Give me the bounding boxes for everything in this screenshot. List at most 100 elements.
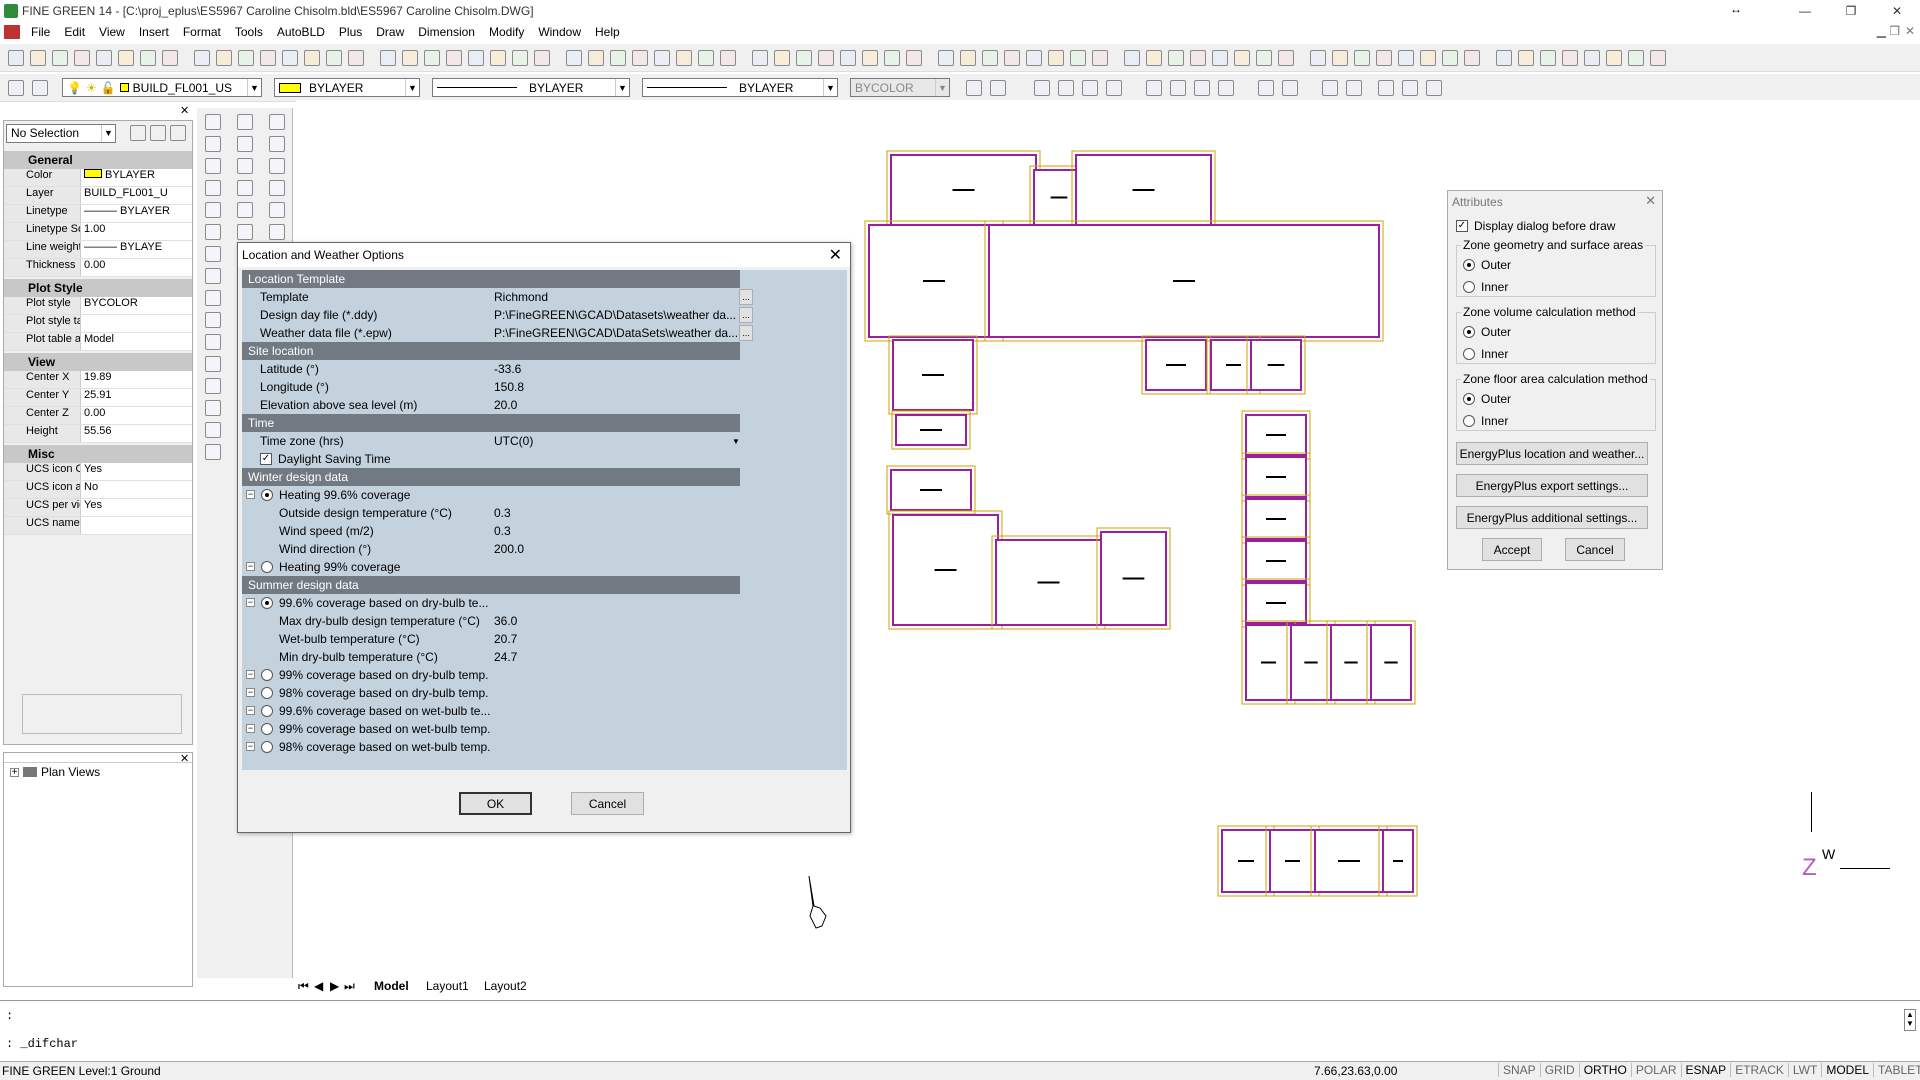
draw-tool-icon[interactable] <box>237 180 253 196</box>
row-latitude[interactable]: Latitude (°) -33.6 <box>242 360 847 378</box>
toolbar-tool-icon[interactable] <box>1606 50 1622 66</box>
menu-draw[interactable]: Draw <box>369 25 411 39</box>
mdi-restore-button[interactable]: ❐ <box>1889 24 1900 38</box>
toolbar-tool-icon[interactable] <box>1070 50 1086 66</box>
toolbar-tool-icon[interactable] <box>1650 50 1666 66</box>
prop-row[interactable]: Plot style BYCOLOR <box>4 297 192 315</box>
panel-close-icon[interactable]: ✕ <box>180 104 189 117</box>
toolbar-tool-icon[interactable] <box>1278 50 1294 66</box>
chevron-down-icon[interactable]: ▼ <box>101 124 115 142</box>
row-option-1[interactable]: −99% coverage based on dry-bulb temp. <box>242 666 847 684</box>
dialog-close-button[interactable]: ✕ <box>829 245 842 265</box>
toolbar-tool-icon[interactable] <box>1346 80 1362 96</box>
toolbar-tool-icon[interactable] <box>468 50 484 66</box>
prop-row[interactable]: Height 55.56 <box>4 425 192 443</box>
toolbar-tool-icon[interactable] <box>1106 80 1122 96</box>
toolbar-tool-icon[interactable] <box>1322 80 1338 96</box>
draw-tool-icon[interactable] <box>205 136 221 152</box>
toolbar-tool-icon[interactable] <box>118 50 134 66</box>
tab-nav-next[interactable]: ▶ <box>330 979 339 993</box>
prop-row[interactable]: Center X 19.89 <box>4 371 192 389</box>
draw-tool-icon[interactable] <box>269 180 285 196</box>
toolbar-tool-icon[interactable] <box>348 50 364 66</box>
toolbar-tool-icon[interactable] <box>490 50 506 66</box>
draw-tool-icon[interactable] <box>205 158 221 174</box>
toolbar-tool-icon[interactable] <box>1218 80 1234 96</box>
toolbar-tool-icon[interactable] <box>402 50 418 66</box>
toolbar-tool-icon[interactable] <box>1034 80 1050 96</box>
collapse-icon[interactable]: − <box>246 490 255 499</box>
chevron-down-icon[interactable]: ▼ <box>615 79 629 96</box>
draw-tool-icon[interactable] <box>205 202 221 218</box>
geom-outer-radio[interactable] <box>1463 259 1475 271</box>
prop-value[interactable]: 1.00 <box>80 223 192 240</box>
toolbar-tool-icon[interactable] <box>1332 50 1348 66</box>
toolbar-tool-icon[interactable] <box>1004 50 1020 66</box>
draw-tool-icon[interactable] <box>205 400 221 416</box>
menu-window[interactable]: Window <box>531 25 588 39</box>
toolbar-tool-icon[interactable] <box>1376 50 1392 66</box>
row-option-2[interactable]: −98% coverage based on dry-bulb temp. <box>242 684 847 702</box>
draw-tool-icon[interactable] <box>237 136 253 152</box>
toolbar-tool-icon[interactable] <box>1258 80 1274 96</box>
draw-tool-icon[interactable] <box>237 114 253 130</box>
toolbar-tool-icon[interactable] <box>96 50 112 66</box>
prop-row[interactable]: Plot style ta... <box>4 315 192 333</box>
layer-combo[interactable]: 💡 ☀ 🔓 BUILD_FL001_US ▼ <box>62 78 262 97</box>
toolbar-tool-icon[interactable] <box>260 50 276 66</box>
toolbar-tool-icon[interactable] <box>238 50 254 66</box>
draw-tool-icon[interactable] <box>205 180 221 196</box>
menu-file[interactable]: File <box>24 25 57 39</box>
toolbar-tool-icon[interactable] <box>32 80 48 96</box>
energyplus-export-button[interactable]: EnergyPlus export settings... <box>1456 474 1648 497</box>
toolbar-tool-icon[interactable] <box>1628 50 1644 66</box>
toolbar-tool-icon[interactable] <box>8 80 24 96</box>
status-toggle-esnap[interactable]: ESNAP <box>1680 1063 1731 1077</box>
toolbar-tool-icon[interactable] <box>1402 80 1418 96</box>
display-before-checkbox[interactable]: ✓ <box>1456 220 1468 232</box>
toolbar-tool-icon[interactable] <box>30 50 46 66</box>
plotstyle-combo[interactable]: BYCOLOR ▼ <box>850 78 950 97</box>
toolbar-tool-icon[interactable] <box>216 50 232 66</box>
chevron-down-icon[interactable]: ▼ <box>823 79 837 96</box>
toolbar-tool-icon[interactable] <box>862 50 878 66</box>
draw-tool-icon[interactable] <box>205 246 221 262</box>
toolbar-tool-icon[interactable] <box>906 50 922 66</box>
prop-value[interactable]: 0.00 <box>80 259 192 276</box>
prop-value[interactable] <box>80 315 192 332</box>
row-longitude[interactable]: Longitude (°) 150.8 <box>242 378 847 396</box>
status-toggle-tablet[interactable]: TABLET <box>1873 1063 1920 1077</box>
status-toggle-model[interactable]: MODEL <box>1821 1063 1873 1077</box>
prop-row[interactable]: Linetype ——— BYLAYER <box>4 205 192 223</box>
toolbar-tool-icon[interactable] <box>1082 80 1098 96</box>
option-radio[interactable] <box>261 705 273 717</box>
mdi-minimize-button[interactable]: ▁ <box>1877 24 1886 38</box>
draw-tool-icon[interactable] <box>205 114 221 130</box>
toolbar-tool-icon[interactable] <box>676 50 692 66</box>
toggle-pickadd-icon[interactable] <box>170 125 186 141</box>
energyplus-additional-button[interactable]: EnergyPlus additional settings... <box>1456 506 1648 529</box>
toolbar-tool-icon[interactable] <box>74 50 90 66</box>
tree-close-icon[interactable]: ✕ <box>180 752 189 765</box>
toolbar-tool-icon[interactable] <box>534 50 550 66</box>
toolbar-tool-icon[interactable] <box>1464 50 1480 66</box>
toolbar-tool-icon[interactable] <box>1212 50 1228 66</box>
row-max-dry[interactable]: Max dry-bulb design temperature (°C) 36.0 <box>242 612 847 630</box>
toolbar-tool-icon[interactable] <box>52 50 68 66</box>
attributes-close-button[interactable]: ✕ <box>1645 193 1656 209</box>
toolbar-tool-icon[interactable] <box>610 50 626 66</box>
chevron-down-icon[interactable]: ▼ <box>405 79 419 96</box>
dst-checkbox[interactable]: ✓ <box>260 453 272 465</box>
prop-row[interactable]: Thickness 0.00 <box>4 259 192 277</box>
select-objects-icon[interactable] <box>150 125 166 141</box>
toolbar-tool-icon[interactable] <box>1426 80 1442 96</box>
toolbar-tool-icon[interactable] <box>1256 50 1272 66</box>
toolbar-tool-icon[interactable] <box>1146 80 1162 96</box>
toolbar-tool-icon[interactable] <box>140 50 156 66</box>
toolbar-tool-icon[interactable] <box>1168 50 1184 66</box>
draw-tool-icon[interactable] <box>269 158 285 174</box>
prop-value[interactable]: BYCOLOR <box>80 297 192 314</box>
toolbar-tool-icon[interactable] <box>380 50 396 66</box>
chevron-down-icon[interactable]: ▼ <box>247 79 261 96</box>
energyplus-location-button[interactable]: EnergyPlus location and weather... <box>1456 442 1648 465</box>
